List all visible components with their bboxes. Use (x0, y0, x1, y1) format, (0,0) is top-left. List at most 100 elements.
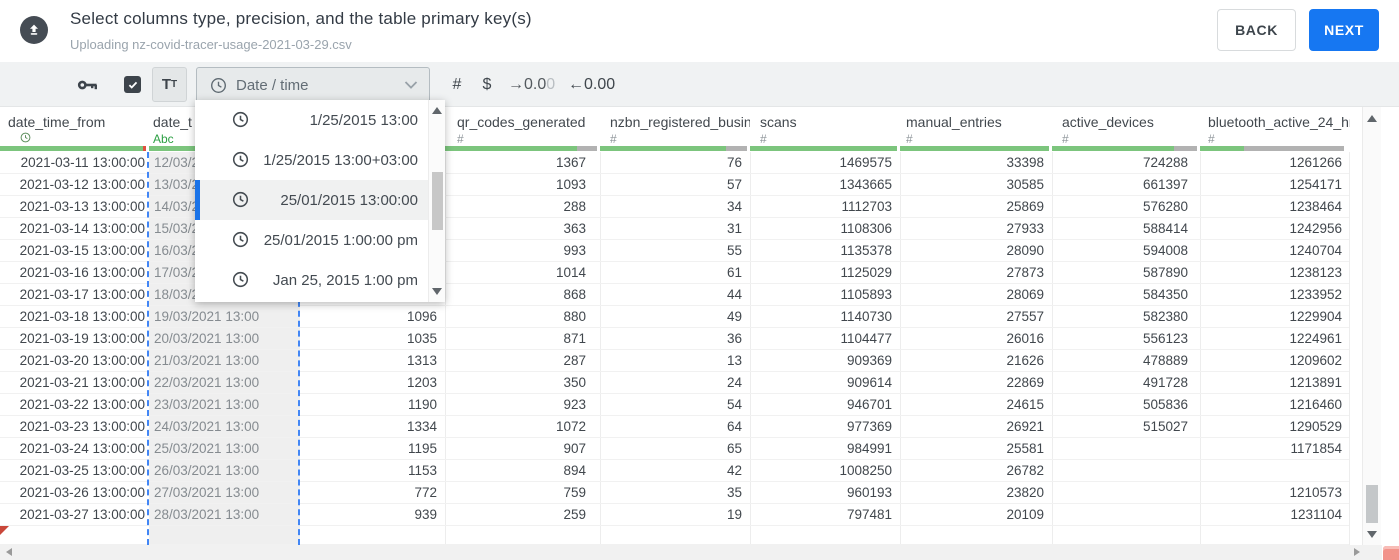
cell[interactable]: 1035 (300, 328, 445, 349)
cell[interactable]: 588414 (1052, 218, 1200, 239)
cell[interactable] (1200, 526, 1350, 544)
cell[interactable]: 1195 (300, 438, 445, 459)
cell[interactable]: 576280 (1052, 196, 1200, 217)
cell[interactable]: 505836 (1052, 394, 1200, 415)
cell[interactable] (600, 526, 750, 544)
cell[interactable]: 1096 (300, 306, 445, 327)
cell[interactable]: 288 (445, 196, 600, 217)
cell[interactable]: 1112703 (750, 196, 900, 217)
cell[interactable] (445, 526, 600, 544)
cell[interactable]: 287 (445, 350, 600, 371)
cell[interactable]: 35 (600, 482, 750, 503)
cell[interactable]: 1014 (445, 262, 600, 283)
cell[interactable]: 1108306 (750, 218, 900, 239)
cell[interactable]: 1242956 (1200, 218, 1350, 239)
cell[interactable]: 1334 (300, 416, 445, 437)
scroll-down-arrow-icon[interactable] (1367, 531, 1377, 538)
column-header[interactable]: date_time_from (8, 107, 149, 146)
cell[interactable]: 478889 (1052, 350, 1200, 371)
cell[interactable]: 27933 (900, 218, 1052, 239)
cell[interactable]: 2021-03-23 13:00:00 (0, 416, 149, 437)
cell[interactable]: 894 (445, 460, 600, 481)
cell[interactable]: 24 (600, 372, 750, 393)
cell[interactable]: 25/03/2021 13:00 (149, 438, 300, 459)
cell[interactable]: 1240704 (1200, 240, 1350, 261)
add-decimal-button[interactable]: →0.0 0 (508, 62, 555, 107)
cell[interactable]: 797481 (750, 504, 900, 525)
cell[interactable]: 20/03/2021 13:00 (149, 328, 300, 349)
cell[interactable]: 54 (600, 394, 750, 415)
cell[interactable]: 1153 (300, 460, 445, 481)
cell[interactable]: 1224961 (1200, 328, 1350, 349)
cell[interactable]: 26016 (900, 328, 1052, 349)
cell[interactable]: 1171854 (1200, 438, 1350, 459)
cell[interactable] (0, 526, 149, 544)
boolean-type-checkbox[interactable] (124, 76, 141, 93)
cell[interactable]: 259 (445, 504, 600, 525)
format-option-selected[interactable]: 25/01/2015 13:00:00 (195, 180, 445, 220)
back-button[interactable]: BACK (1217, 9, 1296, 51)
cell[interactable] (300, 526, 445, 544)
cell[interactable]: 1216460 (1200, 394, 1350, 415)
cell[interactable]: 1140730 (750, 306, 900, 327)
cell[interactable]: 1254171 (1200, 174, 1350, 195)
cell[interactable]: 363 (445, 218, 600, 239)
cell[interactable]: 27557 (900, 306, 1052, 327)
cell[interactable]: 34 (600, 196, 750, 217)
cell[interactable]: 20109 (900, 504, 1052, 525)
cell[interactable]: 57 (600, 174, 750, 195)
cell[interactable]: 61 (600, 262, 750, 283)
cell[interactable] (1052, 526, 1200, 544)
cell[interactable]: 1231104 (1200, 504, 1350, 525)
cell[interactable]: 759 (445, 482, 600, 503)
cell[interactable]: 2021-03-18 13:00:00 (0, 306, 149, 327)
dropdown-scroll-up-icon[interactable] (432, 107, 442, 114)
cell[interactable]: 772 (300, 482, 445, 503)
cell[interactable]: 977369 (750, 416, 900, 437)
cell[interactable]: 28090 (900, 240, 1052, 261)
cell[interactable]: 923 (445, 394, 600, 415)
cell[interactable]: 515027 (1052, 416, 1200, 437)
cell[interactable]: 28069 (900, 284, 1052, 305)
cell[interactable]: 2021-03-14 13:00:00 (0, 218, 149, 239)
cell[interactable]: 907 (445, 438, 600, 459)
cell[interactable]: 42 (600, 460, 750, 481)
cell[interactable]: 2021-03-19 13:00:00 (0, 328, 149, 349)
cell[interactable]: 1261266 (1200, 152, 1350, 173)
cell[interactable]: 1213891 (1200, 372, 1350, 393)
cell[interactable]: 2021-03-11 13:00:00 (0, 152, 149, 173)
cell[interactable]: 584350 (1052, 284, 1200, 305)
scroll-up-arrow-icon[interactable] (1367, 115, 1377, 122)
cell[interactable]: 44 (600, 284, 750, 305)
cell[interactable] (149, 526, 300, 544)
cell[interactable]: 2021-03-24 13:00:00 (0, 438, 149, 459)
cell[interactable]: 939 (300, 504, 445, 525)
cell[interactable]: 556123 (1052, 328, 1200, 349)
cell[interactable]: 491728 (1052, 372, 1200, 393)
cell[interactable]: 582380 (1052, 306, 1200, 327)
cell[interactable]: 1290529 (1200, 416, 1350, 437)
cell[interactable]: 36 (600, 328, 750, 349)
datetime-format-select[interactable]: Date / time (196, 67, 430, 103)
cell[interactable]: 21/03/2021 13:00 (149, 350, 300, 371)
cell[interactable]: 64 (600, 416, 750, 437)
cell[interactable]: 868 (445, 284, 600, 305)
cell[interactable]: 22869 (900, 372, 1052, 393)
cell[interactable]: 24/03/2021 13:00 (149, 416, 300, 437)
cell[interactable]: 946701 (750, 394, 900, 415)
cell[interactable]: 1209602 (1200, 350, 1350, 371)
remove-decimal-button[interactable]: ←0.00 (568, 62, 615, 107)
cell[interactable]: 960193 (750, 482, 900, 503)
cell[interactable]: 26/03/2021 13:00 (149, 460, 300, 481)
cell[interactable]: 993 (445, 240, 600, 261)
cell[interactable]: 27/03/2021 13:00 (149, 482, 300, 503)
cell[interactable]: 24615 (900, 394, 1052, 415)
cell[interactable]: 1238123 (1200, 262, 1350, 283)
cell[interactable]: 13 (600, 350, 750, 371)
number-type-button[interactable]: # (446, 62, 468, 107)
cell[interactable]: 22/03/2021 13:00 (149, 372, 300, 393)
cell[interactable]: 27873 (900, 262, 1052, 283)
cell[interactable]: 25581 (900, 438, 1052, 459)
cell[interactable]: 2021-03-15 13:00:00 (0, 240, 149, 261)
cell[interactable]: 2021-03-12 13:00:00 (0, 174, 149, 195)
